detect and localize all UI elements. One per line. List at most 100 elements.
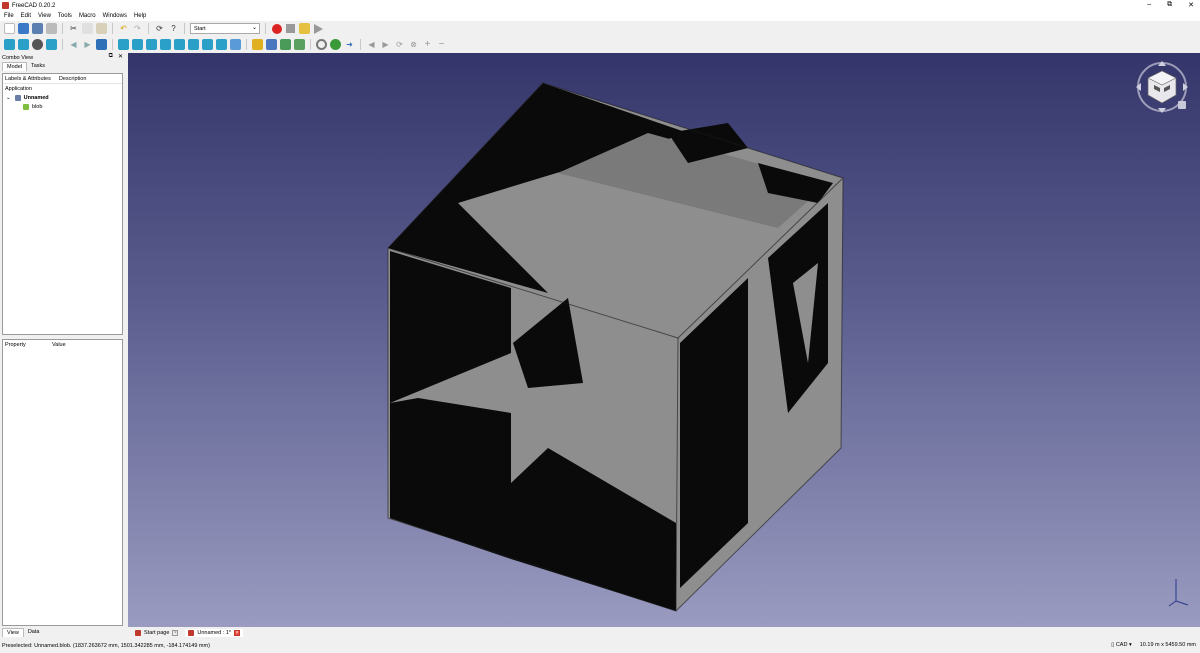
separator: [62, 23, 63, 34]
link-icon[interactable]: [280, 39, 291, 50]
tree-header-description[interactable]: Description: [59, 76, 87, 82]
measure-icon[interactable]: [230, 39, 241, 50]
zoom-out-icon[interactable]: −: [436, 39, 447, 50]
workbench-selector[interactable]: Start ⌄: [190, 23, 260, 34]
doc-tab-unnamed[interactable]: Unnamed : 1* ×: [185, 628, 244, 637]
draw-style-icon[interactable]: [32, 39, 43, 50]
tree-document-label: Unnamed: [23, 94, 49, 101]
tree-header: Labels & Attributes Description: [3, 74, 122, 84]
separator: [184, 23, 185, 34]
window-title: FreeCAD 0.20.2: [12, 2, 56, 9]
tree-object-row[interactable]: blob: [3, 102, 122, 111]
front-view-icon[interactable]: [146, 39, 157, 50]
freecad-logo-icon: [2, 2, 9, 9]
new-document-icon[interactable]: [4, 23, 15, 34]
tree-document-row[interactable]: ⌄ Unnamed: [3, 93, 122, 102]
nav-cube-menu-icon[interactable]: [1178, 101, 1186, 109]
web-next-icon[interactable]: ▶: [380, 39, 391, 50]
combo-view-panel: Combo View ⧉ ✕ Model Tasks Labels & Attr…: [0, 53, 127, 637]
redo-icon[interactable]: ↷: [132, 23, 143, 34]
freecad-doc-icon: [135, 629, 141, 636]
menu-file[interactable]: File: [4, 13, 14, 19]
view-toolbar: ◀ ▶ ➜ ◀ ▶ ⟳ ⊗ + −: [0, 37, 1200, 52]
fit-all-icon[interactable]: [4, 39, 15, 50]
navigation-style-selector[interactable]: ▯ CAD ▾: [1111, 642, 1131, 648]
forward-icon[interactable]: ▶: [82, 39, 93, 50]
paste-icon[interactable]: [96, 23, 107, 34]
document-icon: [14, 94, 21, 101]
web-back-icon[interactable]: ◀: [366, 39, 377, 50]
document-tab-bar: Start page × Unnamed : 1* ×: [128, 627, 1200, 638]
part-icon[interactable]: [252, 39, 263, 50]
3d-viewport[interactable]: [128, 53, 1200, 627]
tree-root-label: Application: [5, 85, 32, 92]
bottom-view-icon[interactable]: [202, 39, 213, 50]
macro-stop-icon[interactable]: [285, 23, 296, 34]
close-tab-icon[interactable]: ×: [172, 629, 179, 636]
close-tab-icon[interactable]: ×: [234, 629, 241, 636]
combo-tabs: Model Tasks: [0, 62, 127, 71]
menu-macro[interactable]: Macro: [79, 13, 96, 19]
stop-navigation-icon[interactable]: [316, 39, 327, 50]
open-icon[interactable]: [18, 23, 29, 34]
print-icon[interactable]: [46, 23, 57, 34]
save-icon[interactable]: [32, 23, 43, 34]
macro-record-icon[interactable]: [271, 23, 282, 34]
macro-edit-icon[interactable]: [299, 23, 310, 34]
cut-icon[interactable]: ✂: [68, 23, 79, 34]
menu-view[interactable]: View: [38, 13, 51, 19]
web-stop-icon[interactable]: ⊗: [408, 39, 419, 50]
web-forward-icon[interactable]: ➜: [344, 39, 355, 50]
mesh-blob-render[interactable]: [128, 53, 1200, 627]
back-icon[interactable]: ◀: [68, 39, 79, 50]
separator: [310, 39, 311, 50]
separator: [112, 39, 113, 50]
isometric-view-icon[interactable]: [132, 39, 143, 50]
tree-header-labels[interactable]: Labels & Attributes: [5, 76, 51, 82]
tree-object-label: blob: [32, 103, 43, 110]
menu-tools[interactable]: Tools: [58, 13, 72, 19]
copy-icon[interactable]: [82, 23, 93, 34]
chevron-down-icon[interactable]: ⌄: [6, 95, 11, 101]
link-actions-icon[interactable]: [294, 39, 305, 50]
close-panel-icon[interactable]: ✕: [118, 53, 123, 60]
tree-root-row: Application: [3, 84, 122, 93]
sync-view-icon[interactable]: [96, 39, 107, 50]
tab-tasks[interactable]: Tasks: [27, 62, 49, 71]
top-view-icon[interactable]: [160, 39, 171, 50]
axis-x-line: [1175, 600, 1189, 606]
navigation-cube[interactable]: [1134, 59, 1190, 115]
doc-tab-start-page[interactable]: Start page ×: [132, 629, 181, 637]
zoom-in-icon[interactable]: +: [422, 39, 433, 50]
refresh-icon[interactable]: ⟳: [154, 23, 165, 34]
menu-bar: File Edit View Tools Macro Windows Help: [0, 11, 1200, 21]
rear-view-icon[interactable]: [188, 39, 199, 50]
right-view-icon[interactable]: [174, 39, 185, 50]
web-icon[interactable]: [330, 39, 341, 50]
property-header: Property Value: [3, 340, 122, 350]
web-refresh-icon[interactable]: ⟳: [394, 39, 405, 50]
model-tree[interactable]: Labels & Attributes Description Applicat…: [2, 73, 123, 335]
undo-icon[interactable]: ↶: [118, 23, 129, 34]
float-panel-icon[interactable]: ⧉: [109, 53, 113, 60]
property-view[interactable]: Property Value: [2, 339, 123, 626]
macro-play-icon[interactable]: [313, 23, 324, 34]
restore-button[interactable]: ⧉: [1167, 1, 1172, 9]
tab-model[interactable]: Model: [2, 62, 27, 71]
whats-this-icon[interactable]: ?: [168, 23, 179, 34]
left-view-icon[interactable]: [216, 39, 227, 50]
menu-help[interactable]: Help: [134, 13, 146, 19]
fit-selection-icon[interactable]: [18, 39, 29, 50]
property-header-property: Property: [5, 342, 26, 348]
minimize-button[interactable]: –: [1147, 1, 1151, 9]
close-window-button[interactable]: ✕: [1188, 1, 1194, 9]
zoom-icon[interactable]: [118, 39, 129, 50]
mesh-object-icon: [23, 103, 29, 110]
menu-edit[interactable]: Edit: [21, 13, 31, 19]
group-icon[interactable]: [266, 39, 277, 50]
combo-view-title: Combo View: [2, 54, 34, 61]
bounding-box-icon[interactable]: [46, 39, 57, 50]
tab-view[interactable]: View: [2, 628, 24, 637]
menu-windows[interactable]: Windows: [103, 13, 127, 19]
tab-data[interactable]: Data: [24, 628, 44, 637]
